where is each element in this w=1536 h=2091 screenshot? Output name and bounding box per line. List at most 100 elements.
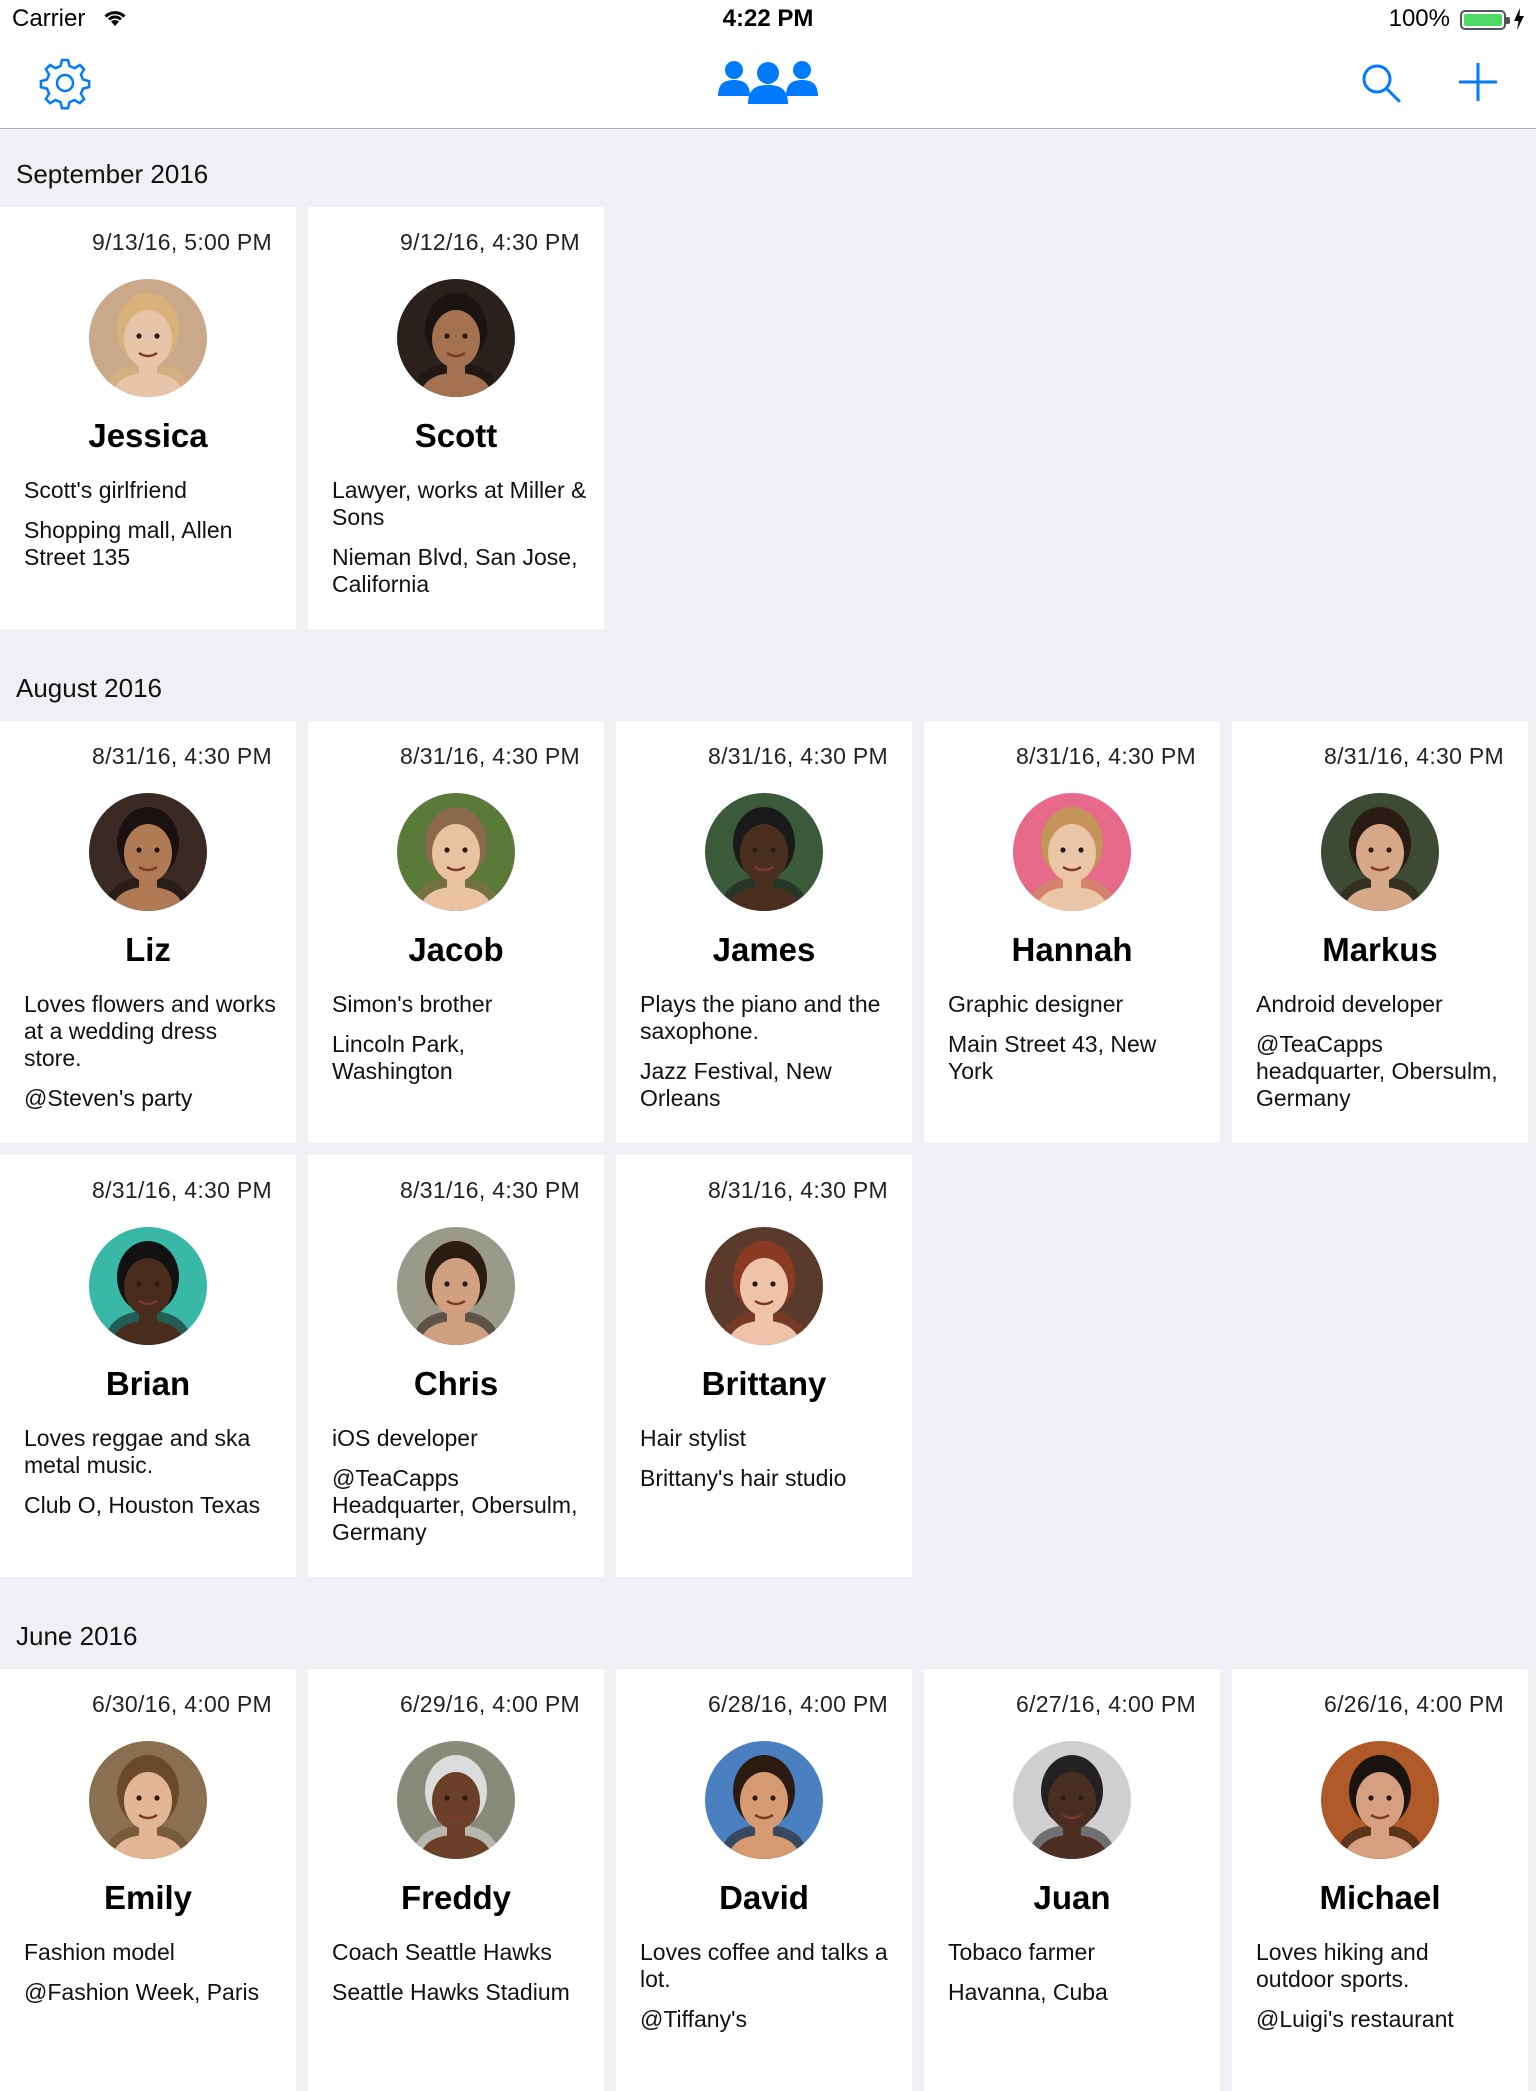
avatar [397,1741,515,1859]
person-card[interactable]: 8/31/16, 4:30 PM Jacob Simon's brother Linc… [308,721,604,1143]
person-card[interactable]: 9/13/16, 5:00 PM Jessica Scott's girlfrien… [0,207,296,629]
section-header: August 2016 [0,629,1536,721]
card-description: Scott's girlfriend [24,477,187,503]
card-location: Main Street 43, New York [948,1031,1157,1084]
avatar [89,793,207,911]
person-card[interactable]: 8/31/16, 4:30 PM Hannah Graphic designer Ma… [924,721,1220,1143]
avatar [397,793,515,911]
section-title: June 2016 [16,1621,138,1651]
card-description: Lawyer, works at Miller & Sons [332,477,587,530]
card-name: Juan [1033,1879,1111,1916]
status-bar: Carrier 4:22 PM 100% [0,0,1536,40]
card-name: Michael [1319,1879,1441,1916]
card-description: iOS developer [332,1425,478,1451]
card-description: Loves reggae and ska metal music. [24,1425,251,1478]
card-location: @TeaCapps headquarter, Obersulm, Germany [1256,1031,1498,1111]
person-card[interactable]: 8/31/16, 4:30 PM James Plays the piano and… [616,721,912,1143]
battery-icon [1460,10,1510,30]
charging-icon [1514,8,1524,30]
card-date: 8/31/16, 4:30 PM [708,743,888,769]
avatar [705,1741,823,1859]
card-name: Liz [125,931,171,968]
card-date: 8/31/16, 4:30 PM [1324,743,1504,769]
card-description: Coach Seattle Hawks [332,1939,552,1965]
avatar [397,1227,515,1345]
avatar [397,279,515,397]
card-description: Loves hiking and outdoor sports. [1256,1939,1429,1992]
navigation-bar [0,40,1536,129]
card-date: 8/31/16, 4:30 PM [92,1177,272,1203]
card-date: 6/28/16, 4:00 PM [708,1691,888,1717]
card-grid: 6/30/16, 4:00 PM Emily Fashion model @Fashi… [0,1669,1536,2091]
card-name: Markus [1322,931,1438,968]
section: June 2016 6/30/16, 4:00 PM Emily Fashion mo… [0,1577,1536,2091]
person-card[interactable]: 6/26/16, 4:00 PM Michael Loves hiking and … [1232,1669,1528,2091]
card-description: Loves flowers and works at a wedding dre… [24,991,276,1071]
card-date: 8/31/16, 4:30 PM [708,1177,888,1203]
card-date: 6/29/16, 4:00 PM [400,1691,580,1717]
card-date: 8/31/16, 4:30 PM [400,743,580,769]
avatar [1321,1741,1439,1859]
avatar [705,1227,823,1345]
person-card[interactable]: 8/31/16, 4:30 PM Chris iOS developer @TeaCa… [308,1155,604,1577]
card-date: 9/13/16, 5:00 PM [92,229,272,255]
person-card[interactable]: 6/28/16, 4:00 PM David Loves coffee and ta… [616,1669,912,2091]
section-title: September 2016 [16,159,209,189]
person-card[interactable]: 8/31/16, 4:30 PM Markus Android developer @… [1232,721,1528,1143]
avatar [705,793,823,911]
section: August 2016 8/31/16, 4:30 PM Liz Loves flow… [0,629,1536,1577]
card-location: @Luigi's restaurant [1256,2006,1454,2032]
card-date: 6/30/16, 4:00 PM [92,1691,272,1717]
avatar [89,1227,207,1345]
card-location: Shopping mall, Allen Street 135 [24,517,233,570]
card-description: Tobaco farmer [948,1939,1096,1965]
card-name: Brittany [701,1365,827,1402]
card-name: Hannah [1011,931,1133,968]
person-card[interactable]: 6/27/16, 4:00 PM Juan Tobaco farmer Havanna… [924,1669,1220,2091]
card-description: Hair stylist [640,1425,747,1451]
card-location: @TeaCapps Headquarter, Obersulm, Germany [332,1465,578,1545]
section-title: August 2016 [16,673,163,703]
plus-icon[interactable] [1456,60,1500,104]
card-description: Fashion model [24,1939,175,1965]
person-card[interactable]: 6/29/16, 4:00 PM Freddy Coach Seattle Hawk… [308,1669,604,2091]
card-date: 8/31/16, 4:30 PM [1016,743,1196,769]
avatar [89,279,207,397]
card-name: Brian [105,1365,191,1402]
avatar [1013,1741,1131,1859]
card-location: Nieman Blvd, San Jose, California [332,544,578,597]
person-card[interactable]: 8/31/16, 4:30 PM Brian Loves reggae and sk… [0,1155,296,1577]
person-card[interactable]: 6/30/16, 4:00 PM Emily Fashion model @Fashi… [0,1669,296,2091]
card-location: @Steven's party [24,1085,193,1111]
card-name: Jacob [408,931,504,968]
status-time: 4:22 PM [722,5,814,32]
search-icon[interactable] [1360,62,1402,104]
card-location: @Fashion Week, Paris [24,1979,260,2005]
person-card[interactable]: 8/31/16, 4:30 PM Brittany Hair stylist Brit… [616,1155,912,1577]
card-grid: 8/31/16, 4:30 PM Liz Loves flowers and wor… [0,721,1536,1577]
battery-percent: 100% [1388,5,1450,32]
card-date: 8/31/16, 4:30 PM [92,743,272,769]
card-date: 6/26/16, 4:00 PM [1324,1691,1504,1717]
card-description: Android developer [1256,991,1443,1017]
section-header: June 2016 [0,1577,1536,1669]
card-name: Scott [414,417,498,454]
card-location: @Tiffany's [640,2006,747,2032]
card-location: Brittany's hair studio [640,1465,847,1491]
card-name: James [712,931,816,968]
person-card[interactable]: 9/12/16, 4:30 PM Scott Lawyer, works at Mi… [308,207,604,629]
card-location: Seattle Hawks Stadium [332,1979,570,2005]
gear-icon[interactable] [38,56,92,110]
card-location: Club O, Houston Texas [24,1492,261,1518]
card-description: Loves coffee and talks a lot. [640,1939,888,1992]
card-name: Freddy [400,1879,512,1916]
person-card[interactable]: 8/31/16, 4:30 PM Liz Loves flowers and wor… [0,721,296,1143]
card-description: Plays the piano and the saxophone. [640,991,881,1044]
avatar [89,1741,207,1859]
card-date: 6/27/16, 4:00 PM [1016,1691,1196,1717]
entries-list[interactable]: September 2016 9/13/16, 5:00 PM Jessica Sco… [0,129,1536,2091]
card-date: 9/12/16, 4:30 PM [400,229,580,255]
card-name: Emily [103,1879,193,1916]
card-description: Simon's brother [332,991,493,1017]
card-date: 8/31/16, 4:30 PM [400,1177,580,1203]
